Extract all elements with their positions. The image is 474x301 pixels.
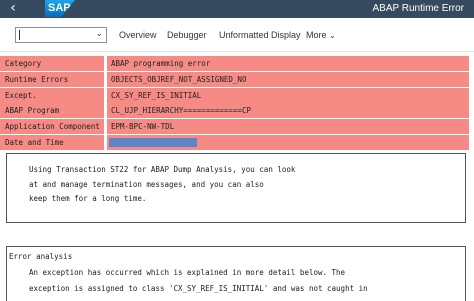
analysis-text-line: An exception has occurred which is expla… (29, 268, 346, 277)
shell-header: ‹ SAP ABAP Runtime Error (0, 0, 474, 18)
info-row-application-component: Application Component EPM-BPC-NW-TDL (0, 119, 474, 135)
info-label: Category (0, 56, 104, 71)
info-text-line: Using Transaction ST22 for ABAP Dump Ana… (29, 165, 296, 174)
debugger-button[interactable]: Debugger (167, 29, 207, 41)
back-arrow-icon[interactable]: ‹ (6, 1, 20, 16)
info-label: Runtime Errors (0, 71, 104, 87)
sap-logo-text: SAP (48, 2, 71, 14)
page-title: ABAP Runtime Error (372, 3, 464, 14)
unformatted-display-button[interactable]: Unformatted Display (219, 29, 301, 41)
info-row-category: Category ABAP programming error (0, 56, 474, 72)
error-header-table: Category ABAP programming error Runtime … (0, 56, 474, 151)
overview-button[interactable]: Overview (119, 29, 157, 41)
error-analysis-box: Error analysis An exception has occurred… (6, 246, 466, 301)
sap-logo[interactable]: SAP (45, 0, 75, 17)
text-cursor (19, 30, 20, 40)
command-field[interactable]: ⌄ (15, 27, 107, 43)
section-heading: Error analysis (9, 252, 73, 261)
info-value: CX_SY_REF_IS_INITIAL (107, 87, 469, 103)
more-chevron-icon: ⌄ (329, 31, 336, 40)
redaction-block (109, 137, 197, 147)
info-row-runtime-errors: Runtime Errors OBJECTS_OBJREF_NOT_ASSIGN… (0, 71, 474, 88)
toolbar: ⌄ Overview Debugger Unformatted Display … (0, 18, 474, 52)
dropdown-chevron-icon[interactable]: ⌄ (95, 29, 103, 39)
info-value: ABAP programming error (107, 56, 469, 71)
info-row-abap-program: ABAP Program CL_UJP_HIERARCHY===========… (0, 103, 474, 119)
more-button[interactable]: More ⌄ (306, 29, 336, 42)
info-value: EPM-BPC-NW-TDL (107, 119, 469, 135)
info-label: ABAP Program (0, 103, 104, 119)
st22-info-box: Using Transaction ST22 for ABAP Dump Ana… (6, 153, 466, 223)
info-label: Date and Time (0, 134, 104, 150)
info-row-exception: Except. CX_SY_REF_IS_INITIAL (0, 87, 474, 104)
info-value (107, 134, 469, 150)
info-label: Application Component (0, 119, 104, 135)
info-text-line: at and manage termination messages, and … (29, 180, 264, 189)
info-value: OBJECTS_OBJREF_NOT_ASSIGNED_NO (107, 71, 469, 87)
info-label: Except. (0, 87, 104, 103)
info-text-line: keep them for a long time. (29, 194, 147, 203)
analysis-text-line: exception is assigned to class 'CX_SY_RE… (29, 284, 368, 293)
info-value: CL_UJP_HIERARCHY=============CP (107, 103, 469, 119)
info-row-date-time: Date and Time (0, 134, 474, 151)
more-button-label: More (306, 30, 327, 40)
